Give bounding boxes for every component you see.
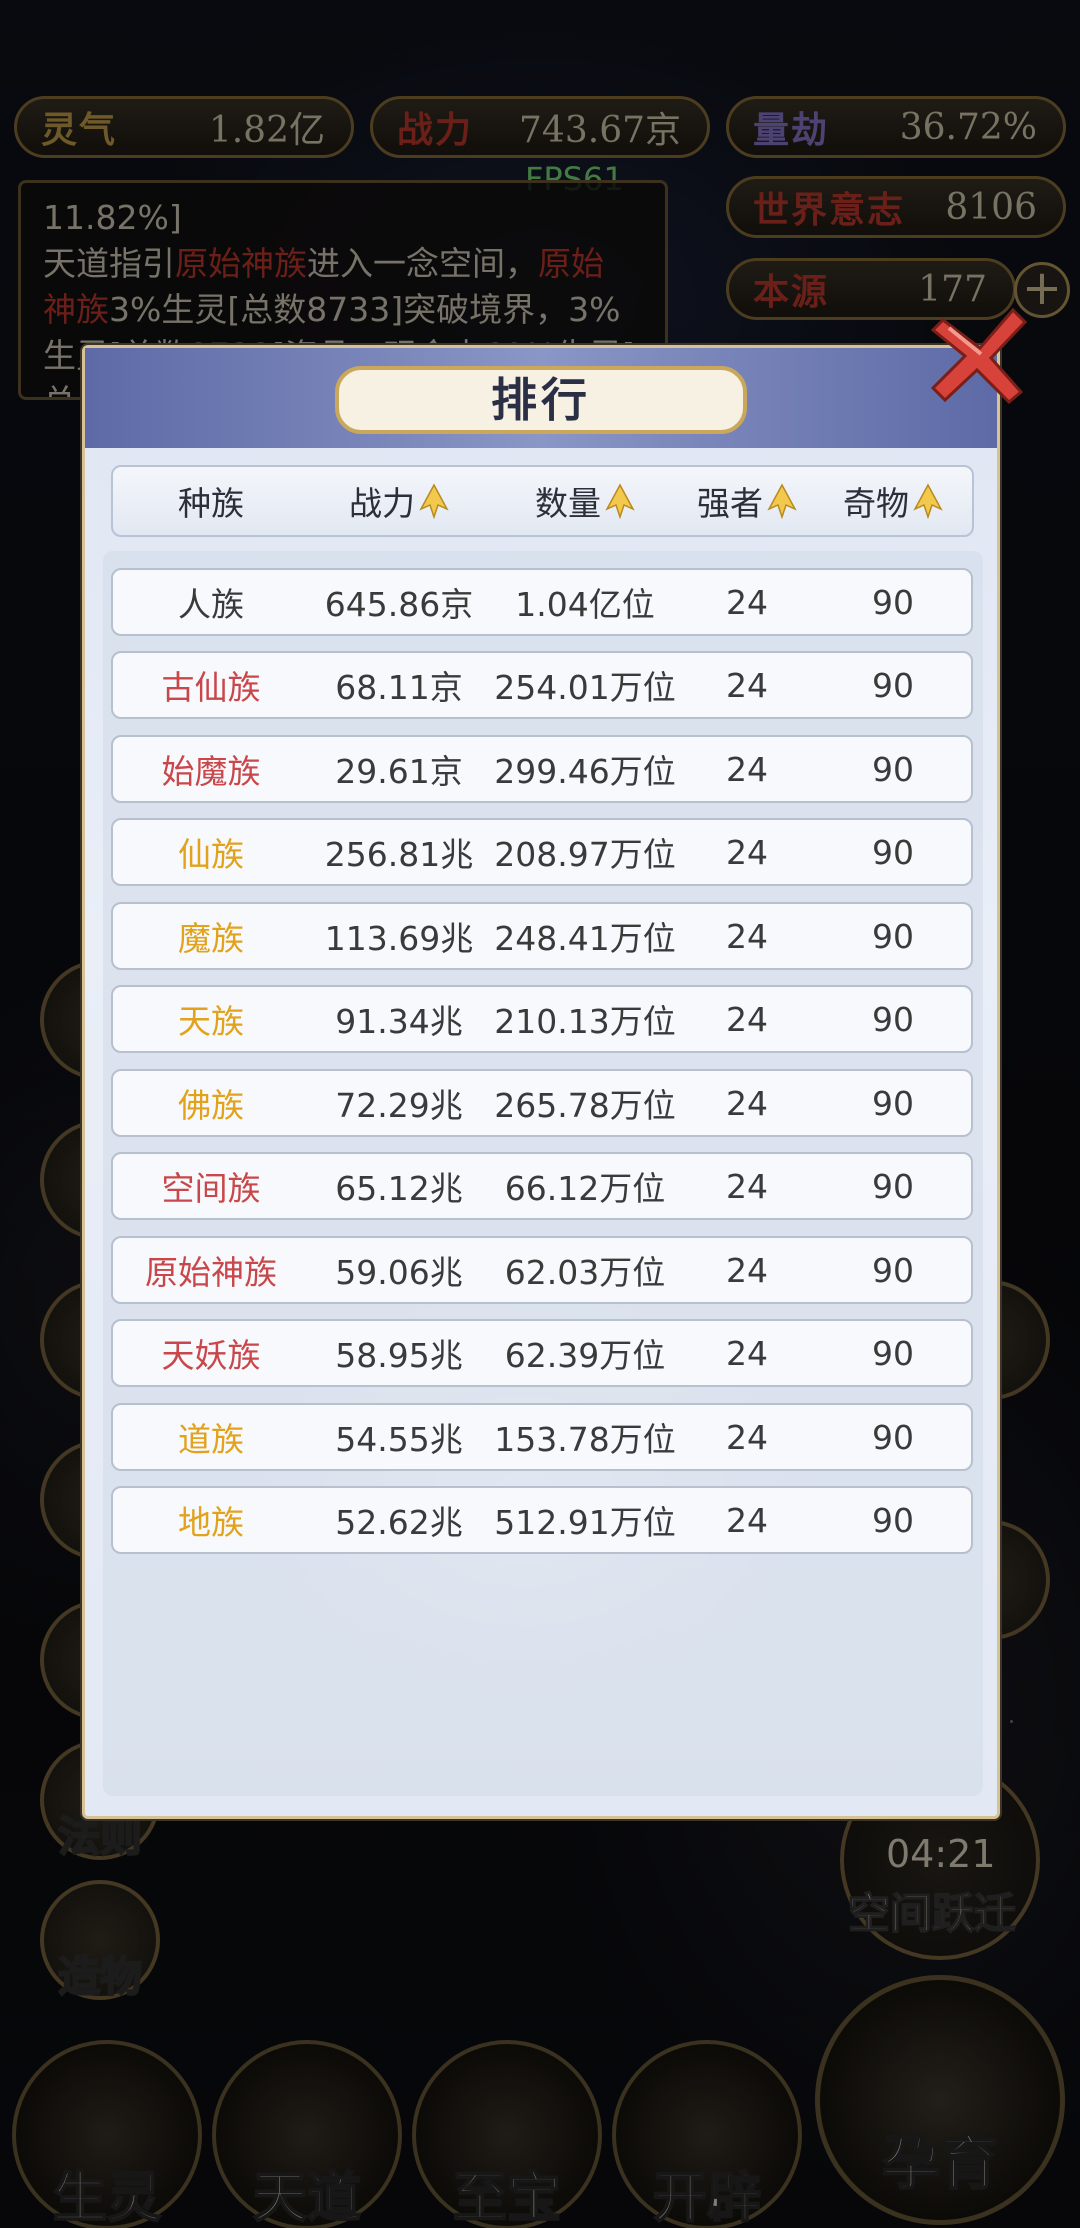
sort-arrow-icon (767, 483, 797, 519)
race-power: 29.61京 (335, 752, 463, 791)
race-count: 248.41万位 (494, 919, 676, 958)
race-strong: 24 (726, 1333, 768, 1373)
race-power: 72.29兆 (335, 1086, 463, 1125)
race-power: 113.69兆 (324, 919, 474, 958)
race-treasure: 90 (872, 916, 914, 956)
race-power: 52.62兆 (335, 1503, 463, 1542)
race-treasure: 90 (872, 832, 914, 872)
close-icon[interactable] (925, 300, 1035, 410)
sort-arrow-icon (419, 483, 449, 519)
race-count: 66.12万位 (504, 1169, 666, 1208)
race-count: 210.13万位 (494, 1002, 676, 1041)
race-count: 208.97万位 (494, 835, 676, 874)
sort-treasure-button[interactable]: 奇物 (813, 467, 973, 535)
table-row[interactable]: 道族 54.55兆 153.78万位 24 90 (111, 1403, 973, 1471)
race-name: 人族 (178, 585, 244, 624)
race-power: 91.34兆 (335, 1002, 463, 1041)
race-power: 54.55兆 (335, 1420, 463, 1459)
race-treasure: 90 (872, 1333, 914, 1373)
race-treasure: 90 (872, 1500, 914, 1540)
table-header: 种族 战力 数量 强者 奇物 (111, 465, 974, 537)
sort-power-button[interactable]: 战力 (309, 467, 489, 535)
sort-count-button[interactable]: 数量 (489, 467, 681, 535)
race-strong: 24 (726, 1500, 768, 1540)
race-name: 仙族 (178, 835, 244, 874)
table-row[interactable]: 空间族 65.12兆 66.12万位 24 90 (111, 1152, 973, 1220)
race-count: 62.03万位 (504, 1253, 666, 1292)
race-treasure: 90 (872, 1250, 914, 1290)
race-strong: 24 (726, 749, 768, 789)
table-row[interactable]: 魔族 113.69兆 248.41万位 24 90 (111, 902, 973, 970)
race-treasure: 90 (872, 1417, 914, 1457)
ranking-list[interactable]: 人族 645.86京 1.04亿位 24 90 古仙族 68.11京 254.0… (103, 551, 983, 1796)
table-row[interactable]: 原始神族 59.06兆 62.03万位 24 90 (111, 1236, 973, 1304)
race-power: 59.06兆 (335, 1253, 463, 1292)
race-name: 天族 (178, 1002, 244, 1041)
race-name: 天妖族 (161, 1336, 261, 1375)
race-treasure: 90 (872, 999, 914, 1039)
race-name: 佛族 (178, 1086, 244, 1125)
sort-strong-button[interactable]: 强者 (681, 467, 813, 535)
race-strong: 24 (726, 665, 768, 705)
race-strong: 24 (726, 582, 768, 622)
race-count: 254.01万位 (494, 668, 676, 707)
race-treasure: 90 (872, 1083, 914, 1123)
race-count: 265.78万位 (494, 1086, 676, 1125)
race-name: 地族 (178, 1503, 244, 1542)
race-name: 古仙族 (161, 668, 261, 707)
race-count: 62.39万位 (504, 1336, 666, 1375)
race-strong: 24 (726, 1250, 768, 1290)
race-strong: 24 (726, 1166, 768, 1206)
table-row[interactable]: 佛族 72.29兆 265.78万位 24 90 (111, 1069, 973, 1137)
race-name: 魔族 (178, 919, 244, 958)
ranking-modal: 排行 种族 战力 数量 强者 奇物 人族 645.86京 1.04亿位 24 9… (82, 345, 1000, 1819)
table-row[interactable]: 天族 91.34兆 210.13万位 24 90 (111, 985, 973, 1053)
table-row[interactable]: 古仙族 68.11京 254.01万位 24 90 (111, 651, 973, 719)
header-race: 种族 (178, 484, 244, 523)
race-power: 256.81兆 (324, 835, 474, 874)
race-strong: 24 (726, 999, 768, 1039)
race-name: 原始神族 (145, 1253, 277, 1292)
race-count: 299.46万位 (494, 752, 676, 791)
race-power: 645.86京 (324, 585, 474, 624)
table-row[interactable]: 仙族 256.81兆 208.97万位 24 90 (111, 818, 973, 886)
race-name: 空间族 (161, 1169, 261, 1208)
race-strong: 24 (726, 1417, 768, 1457)
race-treasure: 90 (872, 1166, 914, 1206)
race-count: 153.78万位 (494, 1420, 676, 1459)
table-row[interactable]: 始魔族 29.61京 299.46万位 24 90 (111, 735, 973, 803)
race-power: 58.95兆 (335, 1336, 463, 1375)
race-treasure: 90 (872, 665, 914, 705)
modal-title: 排行 (335, 366, 747, 434)
race-power: 65.12兆 (335, 1169, 463, 1208)
table-row[interactable]: 地族 52.62兆 512.91万位 24 90 (111, 1486, 973, 1554)
race-strong: 24 (726, 832, 768, 872)
sort-arrow-icon (605, 483, 635, 519)
race-name: 道族 (178, 1420, 244, 1459)
race-strong: 24 (726, 1083, 768, 1123)
race-name: 始魔族 (161, 752, 261, 791)
race-treasure: 90 (872, 749, 914, 789)
sort-arrow-icon (913, 483, 943, 519)
race-strong: 24 (726, 916, 768, 956)
race-count: 1.04亿位 (515, 585, 655, 624)
race-count: 512.91万位 (494, 1503, 676, 1542)
table-row[interactable]: 人族 645.86京 1.04亿位 24 90 (111, 568, 973, 636)
race-power: 68.11京 (335, 668, 463, 707)
race-treasure: 90 (872, 582, 914, 622)
table-row[interactable]: 天妖族 58.95兆 62.39万位 24 90 (111, 1319, 973, 1387)
